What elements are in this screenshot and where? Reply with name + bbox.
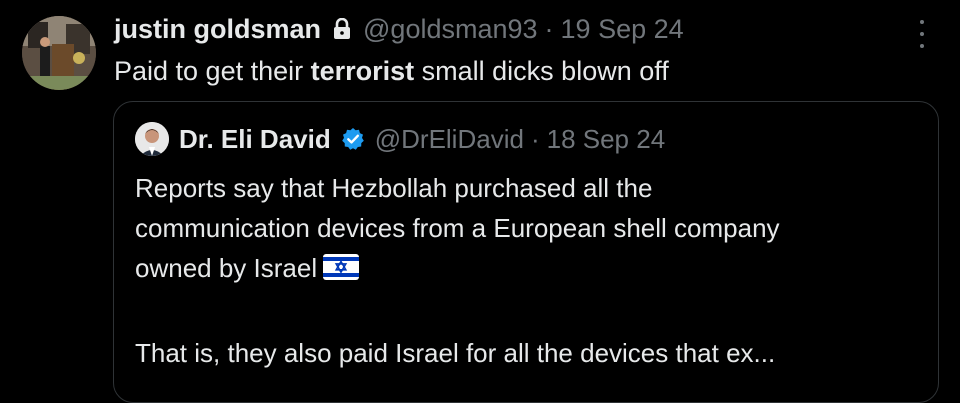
verified-badge-icon [341,127,365,151]
quoted-text-line: Reports say that Hezbollah purchased all… [135,173,653,203]
tweet-date[interactable]: 19 Sep 24 [561,10,684,48]
tweet-text-before: Paid to get their [114,56,311,86]
author-avatar[interactable] [22,16,96,90]
tweet-header: justin goldsman @goldsman93 · 19 Sep 24 [114,10,684,48]
quoted-author-name[interactable]: Dr. Eli David [179,119,331,159]
quoted-text-line: owned by Israel [135,253,318,283]
quoted-text-line: communication devices from a European sh… [135,213,780,243]
quoted-tweet-header: Dr. Eli David @DrEliDavid · 18 Sep 24 [135,119,665,159]
author-name[interactable]: justin goldsman [114,10,321,48]
quoted-author-handle[interactable]: @DrEliDavid [375,119,524,159]
quoted-tweet-text: Reports say that Hezbollah purchased all… [135,168,925,373]
tweet-text: Paid to get their terrorist small dicks … [114,52,669,90]
more-options-icon[interactable] [912,20,932,48]
author-handle[interactable]: @goldsman93 [363,10,538,48]
quoted-separator-dot: · [530,124,540,154]
quoted-tweet-card[interactable]: Dr. Eli David @DrEliDavid · 18 Sep 24 Re… [113,101,939,403]
israel-flag-icon [323,251,360,291]
quoted-author-avatar [135,122,169,156]
quoted-tweet-date[interactable]: 18 Sep 24 [547,119,666,159]
tweet-text-bold: terrorist [310,56,415,86]
tweet-text-after: small dicks blown off [414,56,669,86]
quoted-text-line-with-flag: owned by Israel [135,248,925,291]
lock-icon [333,18,351,40]
separator-dot: · [544,14,554,44]
quoted-text-line-truncated: That is, they also paid Israel for all t… [135,338,776,368]
